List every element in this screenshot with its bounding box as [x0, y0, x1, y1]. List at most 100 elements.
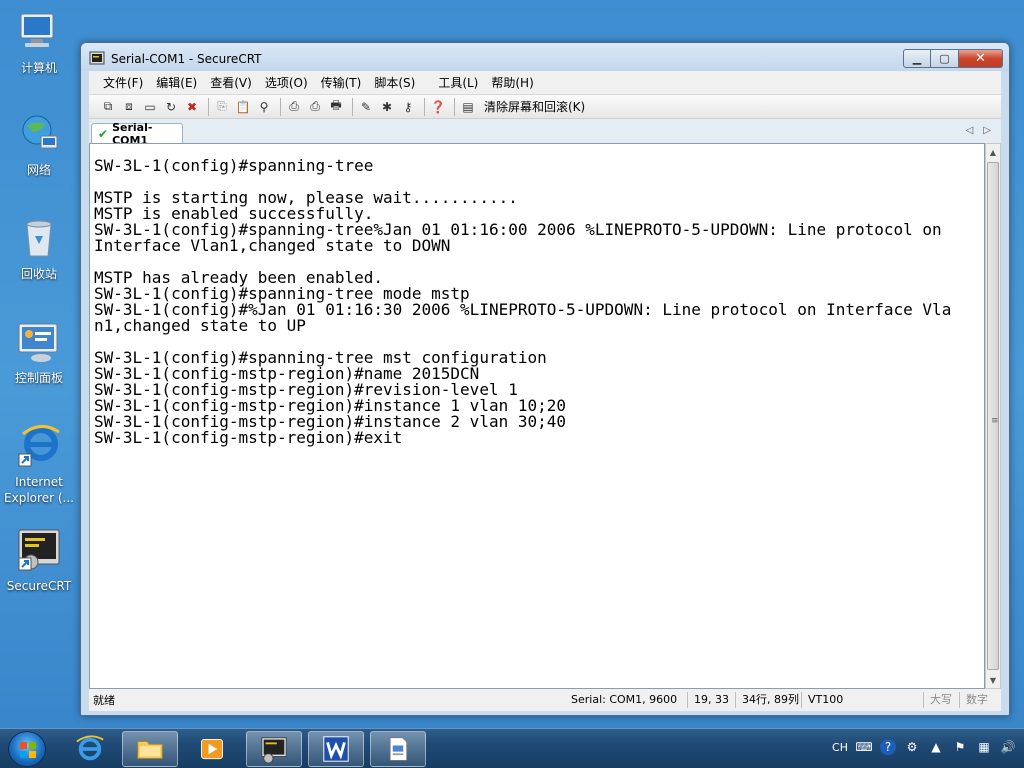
- desktop-icon-label: Internet Explorer (...: [4, 475, 74, 505]
- ime-help-icon[interactable]: ?: [880, 739, 896, 755]
- menu-edit[interactable]: 编辑(E): [156, 74, 197, 91]
- network-status-icon[interactable]: ▦: [976, 739, 992, 755]
- copy-icon[interactable]: ⎘: [213, 98, 231, 116]
- securecrt-window: Serial-COM1 - SecureCRT ▁ ▢ ✕ 文件(F) 编辑(E…: [80, 42, 1010, 716]
- status-size: 34行, 89列: [735, 692, 799, 708]
- system-tray: CH ⌨ ? ⚙ ▲ ⚑ ▦ 🔊: [832, 739, 1016, 755]
- terminal-scrollbar[interactable]: ▲ ≡ ▼: [985, 143, 1001, 689]
- ime-indicator[interactable]: CH: [832, 741, 848, 754]
- keymap-icon[interactable]: ⚷: [399, 98, 417, 116]
- internet-explorer-icon: [76, 735, 104, 761]
- window-controls: ▁ ▢ ✕: [903, 49, 1003, 68]
- taskbar: CH ⌨ ? ⚙ ▲ ⚑ ▦ 🔊: [0, 728, 1024, 768]
- taskbar-file-explorer[interactable]: [122, 731, 178, 767]
- folder-icon: [137, 741, 163, 759]
- securecrt-app-icon: [89, 51, 105, 65]
- desktop-icon-securecrt[interactable]: SecureCRT: [0, 526, 78, 594]
- taskbar-internet-explorer[interactable]: [62, 731, 118, 767]
- menu-file[interactable]: 文件(F): [103, 74, 143, 91]
- computer-icon: [20, 13, 54, 47]
- internet-explorer-icon: [18, 425, 60, 467]
- desktop-icon-label: 控制面板: [14, 371, 63, 385]
- help-icon[interactable]: ❓: [429, 98, 447, 116]
- tab-navigation: ◁ ▷: [966, 125, 991, 136]
- taskbar-media-player[interactable]: [184, 731, 240, 767]
- toolbar-separator: [454, 97, 455, 116]
- connect-tab-icon[interactable]: ▭: [141, 98, 159, 116]
- close-button[interactable]: ✕: [959, 49, 1003, 68]
- action-center-flag-icon[interactable]: ⚑: [952, 739, 968, 755]
- recycle-bin-icon: [26, 220, 52, 257]
- toolbar-separator: [208, 97, 209, 116]
- session-options-icon[interactable]: ✎: [357, 98, 375, 116]
- securecrt-icon: [261, 737, 287, 764]
- minimize-button[interactable]: ▁: [903, 49, 931, 68]
- taskbar-securecrt[interactable]: [246, 731, 302, 767]
- menu-view[interactable]: 查看(V): [210, 74, 252, 91]
- window-title: Serial-COM1 - SecureCRT: [111, 52, 262, 66]
- global-options-icon[interactable]: ✱: [378, 98, 396, 116]
- clear-screen-icon[interactable]: ▤: [459, 98, 477, 116]
- document-icon: [389, 737, 408, 761]
- keyboard-icon[interactable]: ⌨: [855, 739, 872, 755]
- menu-bar: 文件(F) 编辑(E) 查看(V) 选项(O) 传输(T) 脚本(S) 工具(L…: [89, 71, 1001, 95]
- control-panel-icon: [18, 323, 58, 362]
- maximize-button[interactable]: ▢: [931, 49, 959, 68]
- taskbar-wps-writer[interactable]: [308, 731, 364, 767]
- print-setup-icon[interactable]: 🖶: [327, 98, 345, 116]
- menu-help[interactable]: 帮助(H): [491, 74, 533, 91]
- menu-transfer[interactable]: 传输(T): [321, 74, 362, 91]
- status-num-lock: 数字: [959, 692, 988, 708]
- terminal-line: SW-3L-1(config-mstp-region)#exit: [94, 428, 403, 447]
- volume-icon[interactable]: 🔊: [1000, 739, 1016, 755]
- desktop-icon-internet-explorer[interactable]: Internet Explorer (...: [0, 422, 78, 506]
- scroll-down-icon[interactable]: ▼: [986, 672, 1000, 688]
- status-bar: 就绪 Serial: COM1, 9600 19, 33 34行, 89列 VT…: [89, 689, 1001, 711]
- print-selection-icon[interactable]: ⎙: [306, 98, 324, 116]
- tab-serial-com1[interactable]: ✔ Serial-COM1: [91, 121, 183, 147]
- menu-script[interactable]: 脚本(S): [374, 74, 415, 91]
- tab-bar: ✔ Serial-COM1 ◁ ▷: [89, 119, 1001, 147]
- status-terminal-type: VT100: [801, 692, 843, 708]
- desktop-icon-recycle-bin[interactable]: 回收站: [0, 214, 78, 282]
- taskbar-document[interactable]: [370, 731, 426, 767]
- connected-check-icon: ✔: [98, 126, 109, 141]
- desktop-icon-network[interactable]: 网络: [0, 110, 78, 178]
- desktop-icon-label: SecureCRT: [6, 579, 72, 593]
- reconnect-icon[interactable]: ↻: [162, 98, 180, 116]
- start-button[interactable]: [8, 731, 46, 767]
- desktop-icon-label: 回收站: [20, 267, 57, 281]
- desktop-icon-label: 网络: [26, 163, 51, 177]
- desktop-icon-control-panel[interactable]: 控制面板: [0, 318, 78, 386]
- terminal-output[interactable]: SW-3L-1(config)#spanning-tree MSTP is sta…: [89, 143, 985, 689]
- terminal-line: Interface Vlan1,changed state to DOWN: [94, 236, 451, 255]
- window-titlebar[interactable]: Serial-COM1 - SecureCRT ▁ ▢ ✕: [81, 43, 1009, 71]
- network-globe-icon: [22, 115, 58, 149]
- scroll-thumb[interactable]: ≡: [987, 162, 999, 670]
- status-ready: 就绪: [93, 694, 115, 707]
- scroll-up-icon[interactable]: ▲: [986, 144, 1000, 160]
- menu-tools[interactable]: 工具(L): [438, 74, 478, 91]
- toolbar: ⧉ ⧈ ▭ ↻ ✖ ⎘ 📋 ⚲ ⎙ ⎙ 🖶 ✎ ✱ ⚷ ❓ ▤ 清除屏幕和回滚(…: [89, 95, 1001, 119]
- terminal-line: SW-3L-1(config)#spanning-tree: [94, 156, 374, 175]
- menu-options[interactable]: 选项(O): [265, 74, 308, 91]
- ime-options-icon[interactable]: ⚙: [904, 739, 920, 755]
- find-icon[interactable]: ⚲: [255, 98, 273, 116]
- desktop-icon-label: 计算机: [20, 61, 57, 75]
- toolbar-separator: [424, 97, 425, 116]
- desktop-icon-computer[interactable]: 计算机: [0, 8, 78, 76]
- clear-screen-button[interactable]: 清除屏幕和回滚(K): [484, 98, 585, 115]
- print-icon[interactable]: ⎙: [285, 98, 303, 116]
- tab-next-icon[interactable]: ▷: [983, 125, 991, 136]
- connect-icon[interactable]: ⧉: [99, 98, 117, 116]
- status-serial: Serial: COM1, 9600: [571, 693, 678, 706]
- quick-connect-icon[interactable]: ⧈: [120, 98, 138, 116]
- show-hidden-icons-icon[interactable]: ▲: [928, 739, 944, 755]
- windows-logo-icon: [20, 742, 36, 758]
- status-caps-lock: 大写: [923, 692, 952, 708]
- wps-writer-icon: [323, 736, 349, 762]
- status-cursor: 19, 33: [687, 692, 729, 708]
- tab-prev-icon[interactable]: ◁: [966, 125, 974, 136]
- paste-icon[interactable]: 📋: [234, 98, 252, 116]
- disconnect-icon[interactable]: ✖: [183, 98, 201, 116]
